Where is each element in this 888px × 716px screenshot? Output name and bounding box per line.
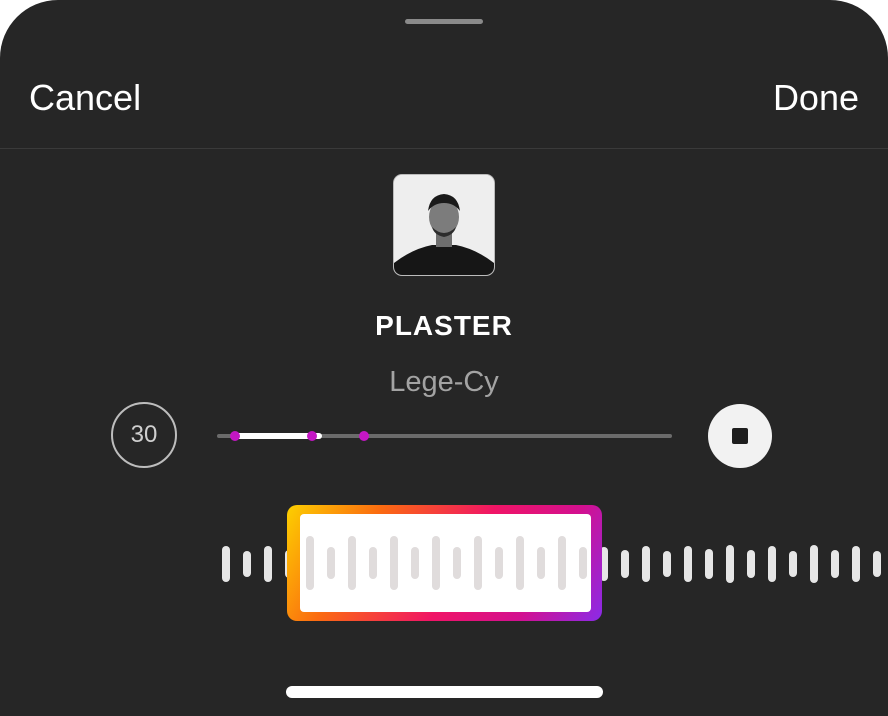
- waveform-bar: [621, 550, 629, 578]
- selected-waveform-bar: [474, 536, 482, 590]
- waveform-bar: [726, 545, 734, 583]
- waveform-bar: [747, 550, 755, 578]
- track-artist: Lege-Cy: [389, 366, 499, 398]
- selected-waveform-bar: [516, 536, 524, 590]
- waveform-bar: [264, 546, 272, 582]
- cancel-button[interactable]: Cancel: [29, 76, 141, 120]
- waveform-bar: [684, 546, 692, 582]
- music-picker-sheet: Cancel Done PLASTER Lege-Cy 30: [0, 0, 888, 716]
- waveform-bar: [663, 551, 671, 577]
- waveform-bar: [768, 546, 776, 582]
- clip-selection-waveform: [300, 514, 591, 612]
- track-title: PLASTER: [375, 310, 513, 341]
- duration-selector[interactable]: 30: [111, 402, 177, 468]
- selected-waveform-bar: [348, 536, 356, 590]
- waveform-bar: [873, 551, 881, 577]
- clip-selection-window[interactable]: [287, 505, 602, 621]
- sheet-grabber[interactable]: [405, 19, 483, 24]
- header-divider: [0, 148, 888, 149]
- home-indicator: [286, 686, 603, 698]
- waveform-bar: [852, 546, 860, 582]
- selected-waveform-bar: [537, 547, 545, 579]
- selected-waveform-bar: [369, 547, 377, 579]
- selected-waveform-bar: [432, 536, 440, 590]
- waveform-bar: [705, 549, 713, 579]
- stop-icon: [732, 428, 748, 444]
- waveform-bar: [642, 546, 650, 582]
- album-artwork: [394, 175, 494, 275]
- stop-button[interactable]: [708, 404, 772, 468]
- waveform-bar: [831, 550, 839, 578]
- selected-waveform-bar: [558, 536, 566, 590]
- done-button[interactable]: Done: [773, 76, 859, 120]
- selected-waveform-bar: [579, 547, 587, 579]
- selected-waveform-bar: [306, 536, 314, 590]
- waveform-bar: [222, 546, 230, 582]
- selected-waveform-bar: [390, 536, 398, 590]
- artist-portrait-icon: [394, 175, 494, 275]
- selected-waveform-bar: [411, 547, 419, 579]
- selected-waveform-bar: [453, 547, 461, 579]
- selected-waveform-bar: [495, 547, 503, 579]
- playback-progress-bar[interactable]: [217, 431, 672, 441]
- selected-waveform-bar: [327, 547, 335, 579]
- clip-end-marker: [359, 431, 369, 441]
- waveform-bar: [243, 551, 251, 577]
- waveform-bar: [810, 545, 818, 583]
- waveform-bar: [789, 551, 797, 577]
- playhead-marker[interactable]: [307, 431, 317, 441]
- clip-start-marker: [230, 431, 240, 441]
